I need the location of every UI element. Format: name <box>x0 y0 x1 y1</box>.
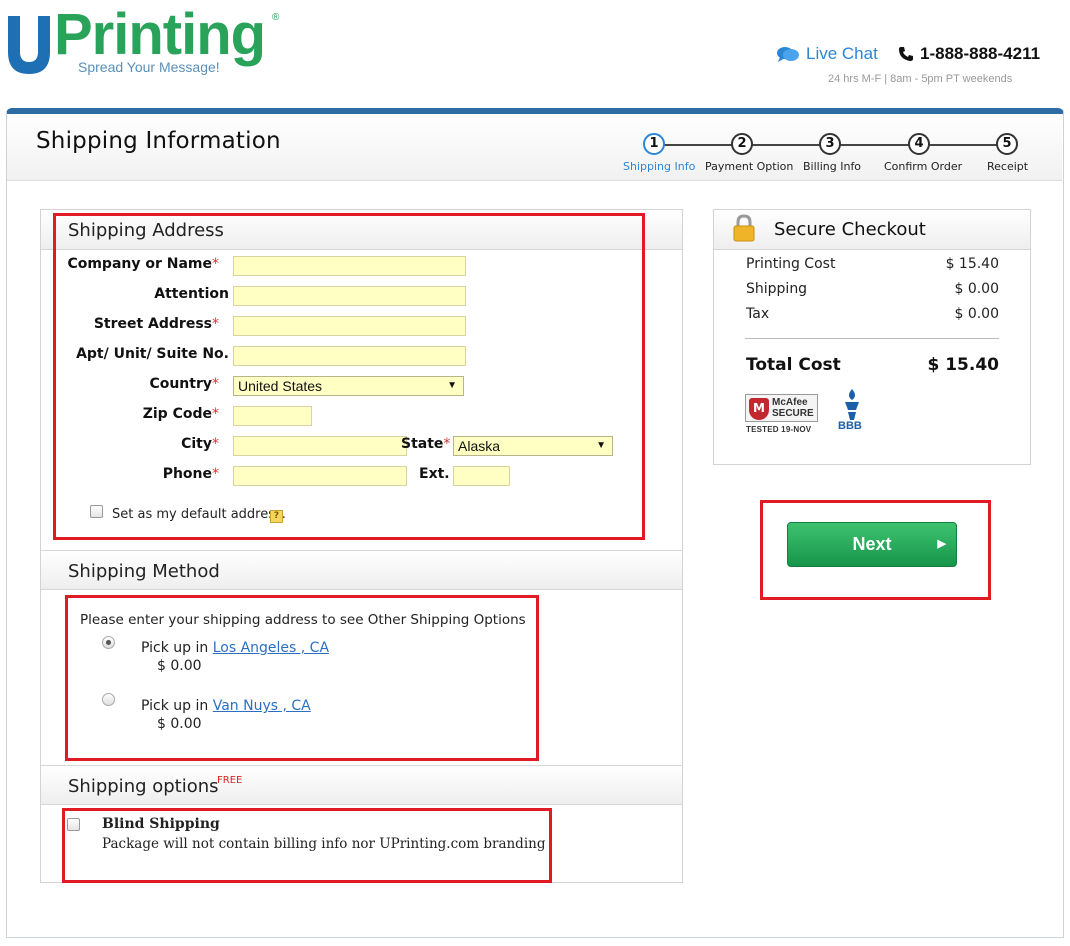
logo-u-icon <box>8 16 50 74</box>
los-angeles-link[interactable]: Los Angeles , CA <box>213 640 329 656</box>
shipping-cost-value: $ 0.00 <box>954 281 999 297</box>
zip-code-label: Zip Code* <box>142 406 219 422</box>
country-select[interactable]: United States ▼ <box>233 376 464 396</box>
phone-number: 1-888-888-4211 <box>920 44 1041 63</box>
state-select[interactable]: Alaska ▼ <box>453 436 613 456</box>
step-3-label: Billing Info <box>803 160 862 173</box>
step-5: 5 <box>996 133 1018 155</box>
blind-shipping-title: Blind Shipping <box>102 816 220 832</box>
dropdown-arrow-icon: ▼ <box>596 440 606 451</box>
street-address-input[interactable] <box>233 316 466 336</box>
zip-code-input[interactable] <box>233 406 312 426</box>
step-4-label: Confirm Order <box>884 160 963 173</box>
country-label: Country* <box>149 376 219 392</box>
play-arrow-icon: ▶ <box>937 538 946 550</box>
state-label: State* <box>401 436 451 452</box>
pickup-los-angeles-option: Pick up in Los Angeles , CA <box>141 640 330 656</box>
mcafee-tested-date: TESTED 19-NOV <box>746 425 812 434</box>
live-chat-link[interactable]: Live Chat <box>776 44 878 64</box>
apt-unit-input[interactable] <box>233 346 466 366</box>
support-hours: 24 hrs M-F | 8am - 5pm PT weekends <box>828 73 1013 85</box>
country-value: United States <box>238 378 323 394</box>
pickup-van-nuys-option: Pick up in Van Nuys , CA <box>141 698 311 714</box>
shipping-method-title: Shipping Method <box>68 561 220 582</box>
pickup-van-nuys-radio[interactable] <box>102 693 115 706</box>
pickup-los-angeles-radio[interactable] <box>102 636 115 649</box>
step-2: 2 <box>731 133 753 155</box>
free-tag: FREE <box>217 775 243 786</box>
step-1-label: Shipping Info <box>623 160 696 173</box>
total-cost-value: $ 15.40 <box>927 355 999 375</box>
bbb-torch-icon[interactable] <box>838 388 866 422</box>
secure-checkout-title: Secure Checkout <box>774 219 926 240</box>
step-2-label: Payment Option <box>705 160 794 173</box>
step-4: 4 <box>908 133 930 155</box>
next-button[interactable]: Next ▶ <box>787 522 957 567</box>
phone-label: Phone* <box>162 466 219 482</box>
blind-shipping-checkbox[interactable] <box>67 818 80 831</box>
ext-input[interactable] <box>453 466 510 486</box>
pickup-van-nuys-price: $ 0.00 <box>157 716 202 732</box>
step-1: 1 <box>643 133 665 155</box>
mcafee-name: McAfee <box>772 397 808 408</box>
tax-label: Tax <box>746 306 770 322</box>
city-input[interactable] <box>233 436 407 456</box>
street-address-label: Street Address* <box>93 316 219 332</box>
shipping-options-note: Please enter your shipping address to se… <box>80 612 526 628</box>
mcafee-secure: SECURE <box>772 408 814 419</box>
bbb-label: BBB <box>838 420 862 432</box>
next-button-label: Next <box>852 534 892 554</box>
step-5-label: Receipt <box>987 160 1029 173</box>
dropdown-arrow-icon: ▼ <box>447 380 457 391</box>
phone-icon <box>899 47 913 61</box>
apt-unit-label: Apt/ Unit/ Suite No. <box>76 346 229 362</box>
attention-input[interactable] <box>233 286 466 306</box>
phone-contact: 1-888-888-4211 <box>898 44 1040 64</box>
ext-label: Ext. <box>419 466 450 482</box>
shipping-cost-label: Shipping <box>746 281 808 297</box>
phone-input[interactable] <box>233 466 407 486</box>
help-icon[interactable]: ? <box>270 510 283 523</box>
default-address-checkbox[interactable] <box>90 505 103 518</box>
printing-cost-value: $ 15.40 <box>945 256 999 272</box>
logo-wordmark: Printing <box>54 2 266 67</box>
live-chat-label: Live Chat <box>806 44 878 63</box>
state-value: Alaska <box>458 438 501 454</box>
company-label: Company or Name* <box>67 256 219 272</box>
shipping-address-title: Shipping Address <box>68 220 224 241</box>
mcafee-secure-badge[interactable]: M McAfee SECURE <box>745 394 818 422</box>
total-cost-label: Total Cost <box>746 355 841 375</box>
printing-cost-label: Printing Cost <box>746 256 836 272</box>
logo-tagline: Spread Your Message! <box>78 59 220 75</box>
blind-shipping-desc: Package will not contain billing info no… <box>102 836 546 852</box>
mcafee-shield-icon: M <box>749 398 769 420</box>
shipping-options-title: Shipping options <box>68 776 219 797</box>
company-input[interactable] <box>233 256 466 276</box>
registered-mark: ® <box>272 12 280 23</box>
chat-bubble-icon <box>777 47 799 62</box>
attention-label: Attention <box>154 286 229 302</box>
step-3: 3 <box>819 133 841 155</box>
lock-icon <box>733 214 755 242</box>
pickup-los-angeles-price: $ 0.00 <box>157 658 202 674</box>
page-title: Shipping Information <box>36 128 281 154</box>
default-address-label: Set as my default address. <box>112 507 286 522</box>
tax-value: $ 0.00 <box>954 306 999 322</box>
summary-divider <box>745 338 999 339</box>
city-label: City* <box>181 436 219 452</box>
van-nuys-link[interactable]: Van Nuys , CA <box>213 698 311 714</box>
